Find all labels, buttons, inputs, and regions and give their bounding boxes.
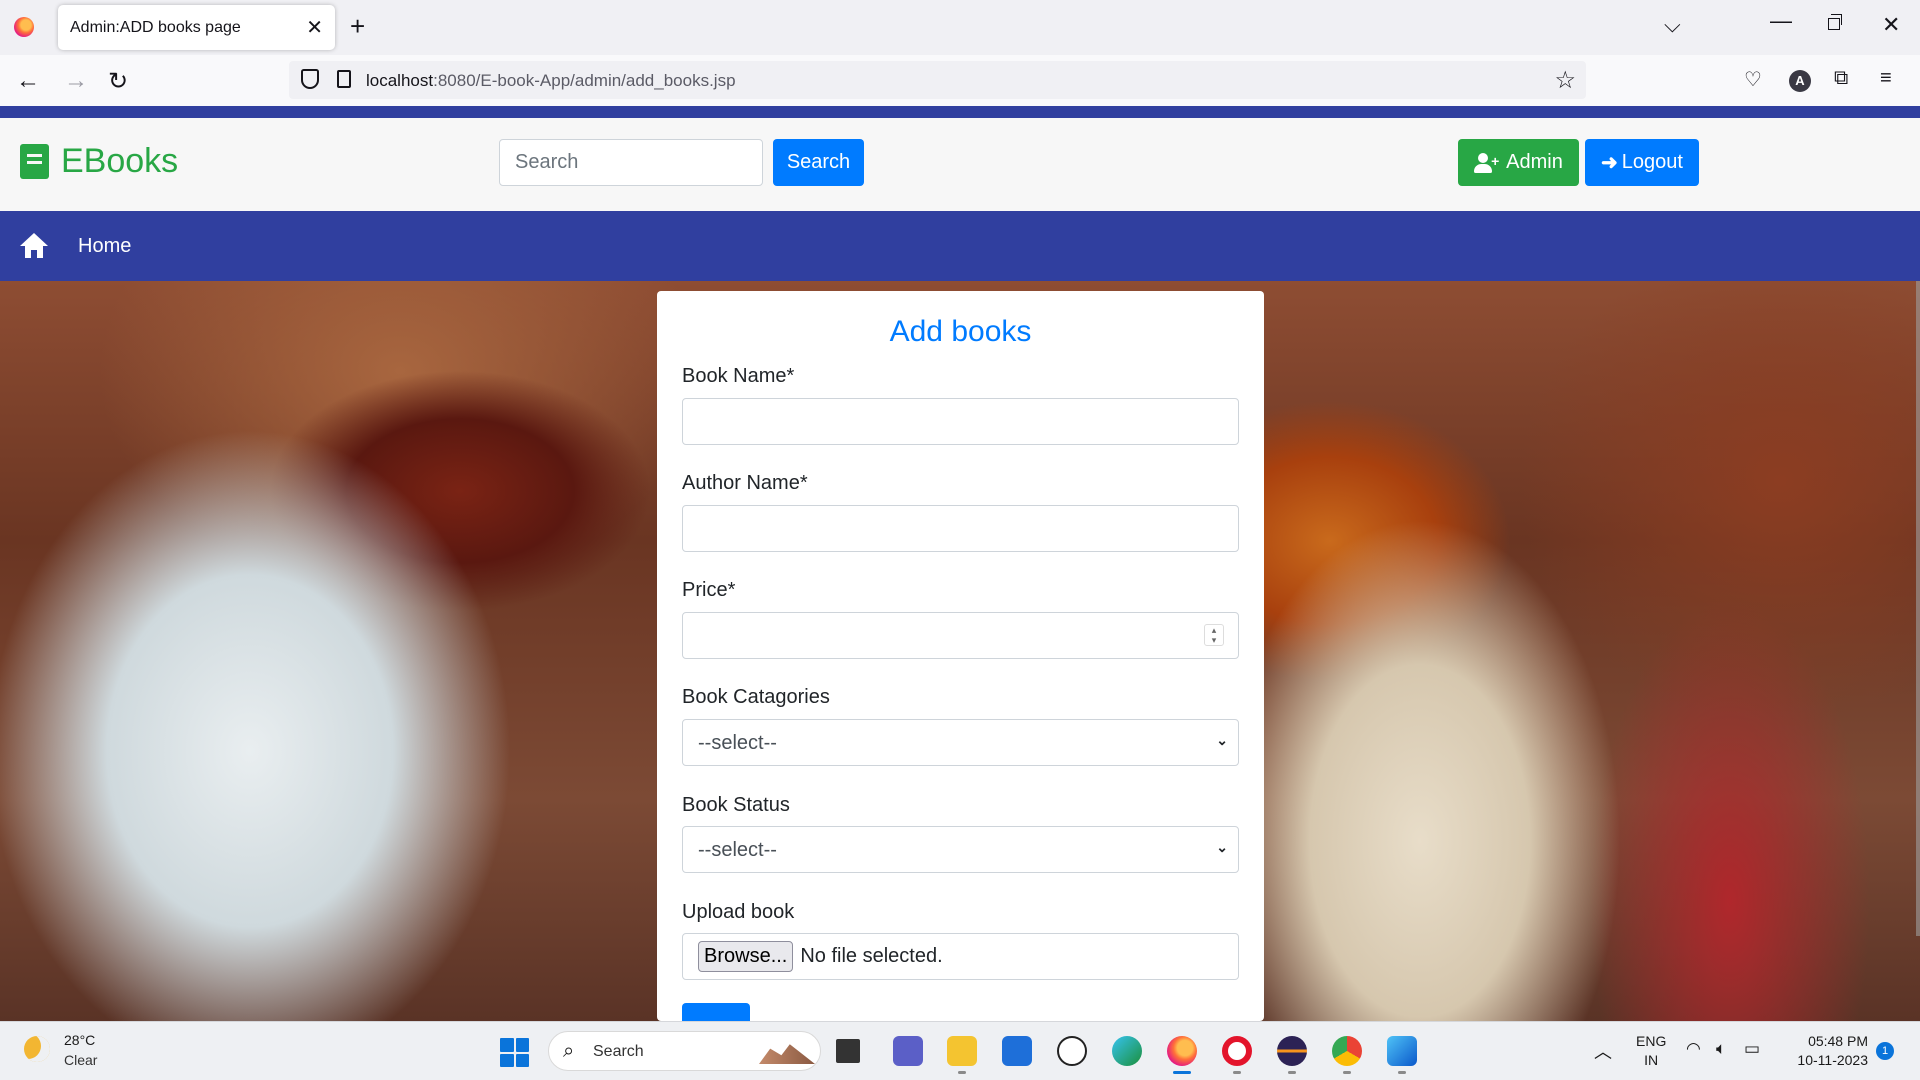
number-spinner-icon[interactable]: ▴ ▾ [1204,624,1224,646]
battery-icon[interactable]: ▭ [1744,1039,1760,1059]
logout-button[interactable]: ➜ Logout [1585,139,1699,186]
running-indicator [1343,1071,1351,1074]
brand-name: EBooks [61,142,179,180]
moon-weather-icon[interactable] [24,1036,50,1062]
photos-icon[interactable] [1387,1036,1417,1066]
search-icon: ⌕ [563,1040,575,1062]
reload-icon[interactable]: ↻ [108,67,128,96]
chevron-down-icon: ⌄ [1216,732,1228,748]
price-input[interactable]: ▴ ▾ [682,612,1239,659]
dell-icon[interactable] [1057,1036,1087,1066]
account-avatar[interactable]: A [1789,70,1811,92]
site-header: EBooks Search + Admin ➜ Logout [0,118,1920,211]
notification-badge[interactable]: 1 [1876,1042,1894,1060]
web-page: EBooks Search + Admin ➜ Logout Home Add … [0,106,1920,1021]
upload-book-file-input[interactable]: Browse... No file selected. [682,933,1239,980]
running-indicator [1288,1071,1296,1074]
form-title: Add books [889,315,1032,348]
sign-in-icon: ➜ [1601,152,1618,174]
wifi-icon[interactable]: ◠ [1686,1039,1701,1059]
active-app-indicator [1173,1071,1191,1074]
search-input[interactable] [499,139,763,186]
page-info-icon[interactable] [337,70,351,88]
file-status-text: No file selected. [800,945,943,967]
brand-logo[interactable]: EBooks [20,142,178,181]
clock[interactable]: 05:48 PM 10-11-2023 [1784,1032,1868,1070]
user-plus-icon: + [1474,152,1500,173]
menu-icon[interactable]: ≡ [1880,67,1892,90]
browser-toolbar: ← → ↻ localhost:8080/E-book-App/admin/ad… [0,55,1920,106]
author-name-input[interactable] [682,505,1239,552]
taskbar-search-label: Search [593,1043,644,1060]
search-button[interactable]: Search [773,139,864,186]
forward-icon[interactable]: → [64,67,88,95]
home-icon[interactable] [20,233,48,259]
book-name-label: Book Name* [682,365,795,387]
running-indicator [1233,1071,1241,1074]
price-label: Price* [682,579,736,601]
minimize-icon[interactable]: — [1770,8,1792,34]
book-icon [20,144,49,179]
back-icon[interactable]: ← [16,67,40,95]
windows-taskbar: 28°C Clear ⌕ Search ︿ ENG IN ◠ 🔈︎ ▭ 05:48… [0,1021,1920,1080]
browser-tab-strip: Admin:ADD books page ✕ + ⌵ — ✕ [0,0,1920,55]
edge-icon[interactable] [1112,1036,1142,1066]
eclipse-icon[interactable] [1277,1036,1307,1066]
close-tab-icon[interactable]: ✕ [306,15,323,40]
microsoft-store-icon[interactable] [1002,1036,1032,1066]
list-all-tabs-icon[interactable]: ⌵ [1664,12,1681,38]
bookmark-star-icon[interactable]: ☆ [1554,66,1576,95]
show-hidden-icons-chevron-icon[interactable]: ︿ [1594,1038,1612,1064]
book-status-select[interactable]: --select-- ⌄ [682,826,1239,873]
nav-home-link[interactable]: Home [78,235,131,258]
close-window-icon[interactable]: ✕ [1882,12,1900,38]
add-book-form-card: Add books Book Name* Author Name* Price*… [657,291,1264,1021]
restore-window-icon[interactable] [1828,14,1842,30]
file-explorer-icon[interactable] [947,1036,977,1066]
upload-book-label: Upload book [682,901,795,923]
firefox-icon [14,17,34,37]
categories-selected-value: --select-- [698,732,777,754]
book-name-input[interactable] [682,398,1239,445]
pocket-icon[interactable]: ♡ [1744,67,1762,92]
tracking-protection-icon[interactable] [301,69,319,89]
running-indicator [1398,1071,1406,1074]
chrome-icon[interactable] [1332,1036,1362,1066]
admin-button[interactable]: + Admin [1458,139,1579,186]
admin-button-label: Admin [1506,151,1563,173]
browse-button[interactable]: Browse... [698,941,794,972]
windows-start-icon[interactable] [500,1038,529,1067]
running-indicator [958,1071,966,1074]
url-text[interactable]: localhost:8080/E-book-App/admin/add_book… [366,71,736,91]
extensions-icon[interactable]: ⧉ [1834,67,1848,90]
weather-temperature[interactable]: 28°C [64,1032,95,1048]
task-view-icon[interactable] [836,1039,860,1063]
volume-icon[interactable]: 🔈︎ [1716,1039,1726,1059]
page-scrollbar[interactable] [1916,281,1920,936]
teams-chat-icon[interactable] [893,1036,923,1066]
book-categories-label: Book Catagories [682,686,830,708]
search-highlight-icon [759,1044,815,1064]
book-status-label: Book Status [682,794,790,816]
address-bar[interactable]: localhost:8080/E-book-App/admin/add_book… [289,61,1586,99]
logout-button-label: Logout [1621,151,1683,173]
chevron-down-icon: ⌄ [1216,839,1228,855]
submit-button[interactable] [682,1003,750,1021]
taskbar-search-box[interactable]: ⌕ Search [548,1031,821,1071]
tab-title: Admin:ADD books page [70,19,241,36]
new-tab-icon[interactable]: + [350,11,365,42]
browser-tab[interactable]: Admin:ADD books page ✕ [58,5,335,50]
firefox-taskbar-icon[interactable] [1167,1036,1197,1066]
author-name-label: Author Name* [682,472,808,494]
opera-icon[interactable] [1222,1036,1252,1066]
language-indicator[interactable]: ENG IN [1636,1032,1666,1070]
book-categories-select[interactable]: --select-- ⌄ [682,719,1239,766]
weather-condition[interactable]: Clear [64,1052,97,1068]
main-nav-bar: Home [0,211,1920,281]
top-color-strip [0,106,1920,118]
status-selected-value: --select-- [698,839,777,861]
